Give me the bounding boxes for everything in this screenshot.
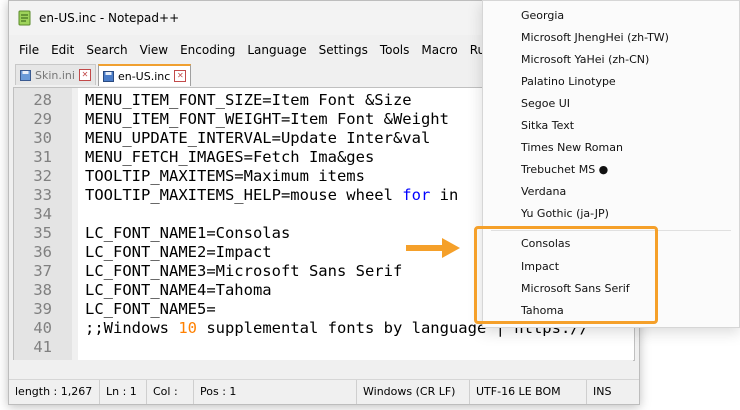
line-text: LC_FONT_NAME2=Impact [85, 243, 272, 261]
close-tab-icon[interactable]: ✕ [78, 69, 91, 81]
line-number: 36 [33, 243, 52, 261]
line-number: 29 [33, 110, 52, 128]
menu-edit[interactable]: Edit [45, 39, 80, 61]
status-line: Ln : 1 [100, 380, 147, 404]
menu-language[interactable]: Language [241, 39, 312, 61]
tab-label: en-US.inc [117, 69, 171, 83]
line-number: 38 [33, 281, 52, 299]
keyword-token: for [402, 186, 431, 204]
line-number: 37 [33, 262, 52, 280]
line-number: 31 [33, 148, 52, 166]
window-title: en-US.inc - Notepad++ [39, 11, 180, 25]
status-length: length : 1,267 [9, 380, 100, 404]
line-text-segment: in [430, 186, 459, 204]
menu-settings[interactable]: Settings [313, 39, 374, 61]
line-number: 39 [33, 300, 52, 318]
line-text: MENU_FETCH_IMAGES=Fetch Ima&ges [85, 148, 375, 166]
tab-en-us-inc[interactable]: en-US.inc ✕ [97, 64, 192, 86]
line-text: LC_FONT_NAME3=Microsoft Sans Serif [85, 262, 403, 280]
status-position: Pos : 1 [194, 380, 357, 404]
font-option[interactable]: Georgia [521, 5, 564, 27]
font-option[interactable]: Times New Roman [521, 137, 623, 159]
line-number: 28 [33, 91, 52, 109]
font-option[interactable]: Segoe UI [521, 93, 570, 115]
pointer-arrow-icon [406, 238, 460, 258]
menu-search[interactable]: Search [80, 39, 133, 61]
line-text-segment: ;;Windows [85, 319, 179, 337]
line-number: 35 [33, 224, 52, 242]
line-number: 33 [33, 186, 52, 204]
line-text-segment: TOOLTIP_MAXITEMS_HELP=mouse wheel [85, 186, 403, 204]
font-option[interactable]: Trebuchet MS ● [521, 159, 608, 181]
status-eol[interactable]: Windows (CR LF) [357, 380, 470, 404]
font-option[interactable]: Palatino Linotype [521, 71, 616, 93]
status-column: Col : 1 [147, 380, 194, 404]
close-tab-icon[interactable]: ✕ [174, 70, 187, 82]
line-number: 30 [33, 129, 52, 147]
menu-file[interactable]: File [13, 39, 45, 61]
number-token: 10 [178, 319, 197, 337]
line-number: 32 [33, 167, 52, 185]
font-option[interactable]: Yu Gothic (ja-JP) [521, 203, 609, 225]
menu-encoding[interactable]: Encoding [174, 39, 241, 61]
font-option[interactable]: Microsoft JhengHei (zh-TW) [521, 27, 669, 49]
save-disk-icon [102, 70, 114, 82]
menu-view[interactable]: View [134, 39, 174, 61]
status-insert-mode[interactable]: INS [587, 380, 617, 404]
save-disk-icon [20, 69, 31, 81]
line-text: MENU_UPDATE_INTERVAL=Update Inter&val [85, 129, 431, 147]
tab-label: Skin.ini [35, 68, 75, 82]
line-number: 41 [33, 338, 52, 356]
line-text: MENU_ITEM_FONT_WEIGHT=Item Font &Weight [85, 110, 449, 128]
tab-skin-ini[interactable]: Skin.ini ✕ [15, 64, 96, 85]
line-number: 34 [33, 205, 52, 223]
tab-bar: Skin.ini ✕ en-US.inc ✕ [15, 64, 193, 86]
line-text: TOOLTIP_MAXITEMS_HELP=mouse wheel for in [85, 186, 458, 205]
menu-bar: File Edit Search View Encoding Language … [9, 39, 499, 61]
horizontal-scrollbar[interactable] [13, 360, 633, 376]
line-text: LC_FONT_NAME4=Tahoma [85, 281, 272, 299]
font-option[interactable]: Microsoft YaHei (zh-CN) [521, 49, 649, 71]
menu-macro[interactable]: Macro [415, 39, 463, 61]
font-option[interactable]: Verdana [521, 181, 566, 203]
line-number: 40 [33, 319, 52, 337]
line-text: LC_FONT_NAME1=Consolas [85, 224, 291, 242]
line-text: TOOLTIP_MAXITEMS=Maximum items [85, 167, 365, 185]
status-encoding[interactable]: UTF-16 LE BOM [470, 380, 587, 404]
font-option[interactable]: Sitka Text [521, 115, 574, 137]
fold-margin [72, 88, 78, 360]
highlight-box [474, 226, 658, 324]
notepadpp-app-icon [17, 10, 33, 26]
line-text: MENU_ITEM_FONT_SIZE=Item Font &Size [85, 91, 412, 109]
status-bar: length : 1,267 Ln : 1 Col : 1 Pos : 1 Wi… [9, 379, 639, 404]
menu-tools[interactable]: Tools [374, 39, 416, 61]
line-text: LC_FONT_NAME5= [85, 300, 216, 318]
